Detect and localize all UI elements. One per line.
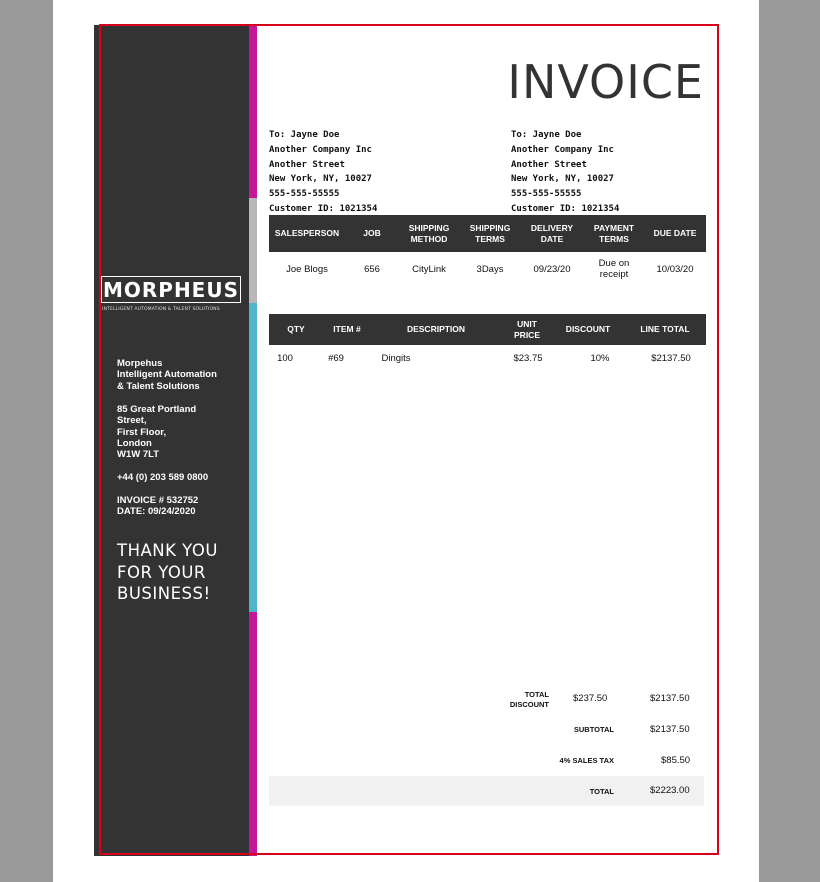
accent-teal: [249, 303, 257, 612]
address-line: First Floor,: [117, 426, 167, 438]
total-discount-value: $237.50: [573, 693, 608, 704]
header-line: SHIPPING: [408, 223, 450, 233]
header-line: PRICE: [514, 329, 540, 340]
header-line: TERMS: [475, 233, 505, 244]
address-line: Another Company Inc: [511, 144, 614, 155]
header-delivery-date: DELIVERY DATE: [531, 223, 573, 244]
cell-line: receipt: [599, 268, 629, 280]
header-line-total: LINE TOTAL: [640, 324, 690, 334]
address-line: London: [117, 437, 152, 449]
label-line: TOTAL: [524, 690, 549, 699]
info-table-header: SALESPERSON JOB SHIPPING METHOD SHIPPING T…: [269, 215, 706, 252]
address-line: 555-555-55555: [269, 189, 340, 200]
cell-job: 656: [364, 264, 380, 275]
cell-shipping-terms: 3Days: [476, 264, 504, 275]
sales-tax-value: $85.50: [661, 755, 691, 766]
sales-tax-label: 4% SALES TAX: [559, 756, 614, 765]
cell-discount: 10%: [590, 353, 610, 364]
header-payment-terms: PAYMENT TERMS: [594, 223, 634, 244]
accent-magenta-bottom: [249, 612, 257, 856]
company-line: & Talent Solutions: [117, 380, 200, 392]
label-line: DISCOUNT: [509, 699, 549, 709]
thanks-line: THANK YOU: [117, 541, 218, 560]
header-unit-price: UNIT PRICE: [514, 319, 540, 340]
total-discount-label: TOTAL DISCOUNT: [510, 690, 549, 709]
cell-line: Due on: [598, 258, 630, 269]
cell-due-date: 10/03/20: [656, 264, 694, 275]
header-discount: DISCOUNT: [565, 324, 611, 334]
accent-magenta-top: [249, 25, 257, 198]
header-job: JOB: [363, 228, 381, 238]
cell-unit-price: $23.75: [513, 353, 543, 364]
header-line: METHOD: [410, 233, 448, 244]
header-shipping-terms: SHIPPING TERMS: [470, 223, 511, 244]
grand-total-bar: [269, 776, 704, 806]
cell-item-number: #69: [328, 353, 344, 364]
header-qty: QTY: [287, 324, 305, 334]
header-line: PAYMENT: [593, 223, 635, 233]
company-tagline: INTELLIGENT AUTOMATION & TALENT SOLUTION…: [102, 307, 220, 312]
grand-total-value: $2223.00: [650, 785, 690, 796]
cell-delivery-date: 09/23/20: [533, 264, 571, 275]
thanks-line: BUSINESS!: [117, 584, 211, 603]
address-line: W1W 7LT: [117, 449, 160, 461]
header-due-date: DUE DATE: [653, 228, 697, 238]
cell-payment-terms: Due on receipt: [598, 258, 630, 280]
subtotal-label: SUBTOTAL: [573, 725, 614, 734]
company-phone: +44 (0) 203 589 0800: [117, 472, 209, 483]
header-line: DELIVERY: [530, 223, 574, 233]
company-line: Intelligent Automation: [117, 369, 217, 381]
cell-line-total: $2137.50: [651, 353, 691, 364]
header-line: DATE: [540, 233, 564, 244]
items-table-header: QTY ITEM # DESCRIPTION UNIT PRICE DISCOUN…: [269, 314, 706, 345]
company-name: Morpehus Intelligent Automation & Talent…: [117, 358, 217, 392]
header-salesperson: SALESPERSON: [274, 228, 340, 238]
invoice-date: DATE: 09/24/2020: [117, 506, 196, 518]
header-line: UNIT: [517, 319, 537, 329]
header-description: DESCRIPTION: [406, 324, 466, 334]
address-line: 555-555-55555: [511, 189, 582, 200]
bill-to-address: To: Jayne Doe Another Company Inc Anothe…: [269, 128, 377, 217]
address-line: New York, NY, 10027: [511, 174, 614, 185]
company-line: Morpehus: [117, 358, 163, 369]
address-line: To: Jayne Doe: [511, 130, 582, 140]
address-line: New York, NY, 10027: [269, 174, 372, 185]
cell-salesperson: Joe Blogs: [286, 264, 328, 275]
company-logo: MORPHEUS: [101, 276, 241, 303]
table-row: 100 #69 Dingits $23.75 10% $2137.50: [269, 353, 706, 369]
total-discount-line: $2137.50: [650, 693, 690, 704]
thanks-line: FOR YOUR: [117, 562, 206, 582]
subtotal-value: $2137.50: [650, 724, 690, 735]
cell-description: Dingits: [381, 353, 411, 364]
header-line: SHIPPING: [469, 223, 511, 233]
ship-to-address: To: Jayne Doe Another Company Inc Anothe…: [511, 128, 619, 217]
header-line: TERMS: [599, 233, 629, 244]
address-line: 85 Great Portland: [117, 404, 197, 415]
company-address: 85 Great Portland Street, First Floor, L…: [117, 404, 196, 460]
invoice-title: INVOICE: [507, 55, 704, 109]
invoice-meta: INVOICE # 532752 DATE: 09/24/2020: [117, 495, 198, 518]
address-line: Another Street: [511, 159, 587, 170]
address-line: Street,: [117, 415, 147, 427]
header-shipping-method: SHIPPING METHOD: [409, 223, 450, 244]
grand-total-label: TOTAL: [589, 787, 614, 796]
thank-you-message: THANK YOU FOR YOUR BUSINESS!: [117, 540, 218, 605]
cell-shipping-method: CityLink: [412, 264, 446, 275]
address-line: Another Company Inc: [269, 144, 372, 155]
address-line: To: Jayne Doe: [269, 130, 340, 140]
accent-gray: [249, 198, 257, 303]
cell-qty: 100: [277, 353, 293, 364]
header-item-number: ITEM #: [333, 324, 361, 334]
invoice-number: INVOICE # 532752: [117, 495, 199, 506]
info-table-row: Joe Blogs 656 CityLink 3Days 09/23/20 Du…: [269, 253, 706, 289]
address-line: Another Street: [269, 159, 345, 170]
